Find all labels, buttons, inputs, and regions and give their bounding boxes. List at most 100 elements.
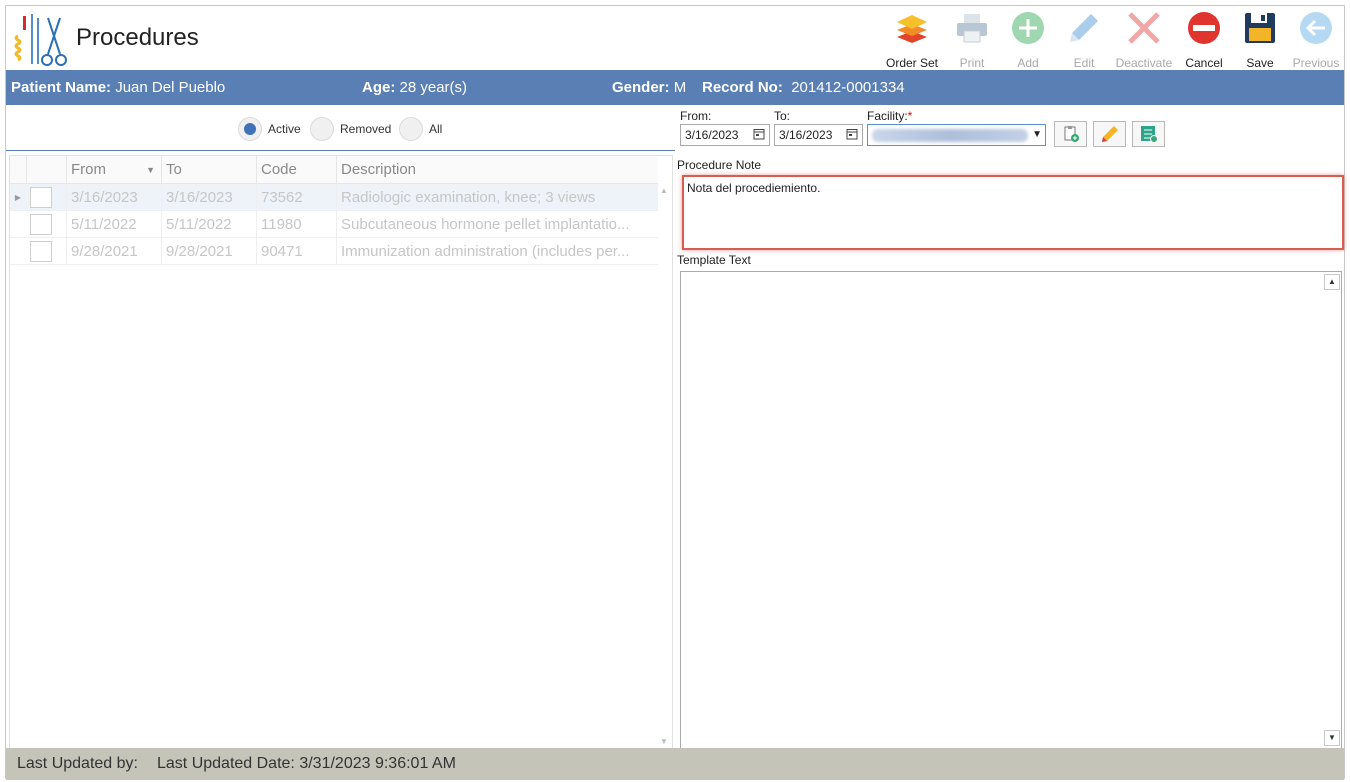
column-header-description[interactable]: Description	[336, 156, 658, 184]
floppy-disk-icon	[1242, 10, 1278, 46]
edit-button[interactable]: Edit	[1056, 6, 1112, 70]
patient-gender: Gender: M	[612, 79, 686, 96]
select-column-header	[26, 156, 66, 184]
template-text-label: Template Text	[677, 253, 751, 267]
cell-to: 5/11/2022	[161, 211, 256, 238]
facility-select[interactable]: ▼	[867, 124, 1046, 146]
table-row[interactable]: ▶ 3/16/2023 3/16/2023 73562 Radiologic e…	[10, 184, 658, 211]
calendar-icon[interactable]	[753, 128, 765, 140]
to-date-label: To:	[774, 109, 791, 123]
checklist-button[interactable]	[1132, 121, 1165, 147]
scroll-down-icon[interactable]: ▼	[660, 737, 668, 746]
patient-name: Patient Name: Juan Del Pueblo	[11, 79, 225, 96]
facility-label-text: Facility:	[867, 109, 908, 123]
radio-unchecked-icon	[310, 117, 334, 141]
to-date-value: 3/16/2023	[779, 128, 833, 142]
procedure-detail-panel: From: 3/16/2023 To: 3/16/2023 Facility:*…	[675, 105, 1344, 750]
cell-from: 5/11/2022	[66, 211, 161, 238]
filter-removed-radio[interactable]: Removed	[310, 117, 391, 141]
toolbar: Order Set Print Add Edit Deactivate Canc…	[880, 6, 1344, 70]
edit-template-button[interactable]	[1093, 121, 1126, 147]
filter-active-label: Active	[268, 122, 301, 136]
procedure-note-label: Procedure Note	[677, 158, 762, 172]
filter-active-radio[interactable]: Active	[238, 117, 301, 141]
header: Procedures Order Set Print Add Edit Deac…	[6, 6, 1344, 70]
row-checkbox[interactable]	[30, 187, 52, 208]
row-checkbox[interactable]	[30, 214, 52, 235]
cell-from: 9/28/2021	[66, 238, 161, 265]
from-date-value: 3/16/2023	[685, 128, 739, 142]
cell-from: 3/16/2023	[66, 184, 161, 211]
page-title: Procedures	[76, 24, 199, 51]
scroll-up-icon[interactable]: ▲	[1324, 274, 1340, 290]
cell-code: 11980	[256, 211, 336, 238]
last-updated-date-label: Last Updated Date:	[157, 755, 295, 772]
column-header-from[interactable]: From ▼	[66, 156, 161, 184]
no-entry-icon	[1186, 10, 1222, 46]
cell-description: Immunization administration (includes pe…	[336, 238, 658, 265]
order-set-button[interactable]: Order Set	[880, 6, 944, 70]
last-updated-date: Last Updated Date: 3/31/2023 9:36:01 AM	[157, 755, 456, 773]
patient-record-value: 201412-0001334	[791, 79, 905, 96]
patient-info-bar: Patient Name: Juan Del Pueblo Age: 28 ye…	[6, 70, 1344, 105]
column-header-code[interactable]: Code	[256, 156, 336, 184]
table-row[interactable]: 9/28/2021 9/28/2021 90471 Immunization a…	[10, 238, 658, 265]
filter-all-radio[interactable]: All	[399, 117, 442, 141]
pencil-icon	[1101, 126, 1118, 142]
print-label: Print	[959, 56, 985, 70]
patient-age-label: Age:	[362, 79, 396, 96]
last-updated-date-value: 3/31/2023 9:36:01 AM	[299, 755, 456, 772]
cell-to: 9/28/2021	[161, 238, 256, 265]
previous-button[interactable]: Previous	[1288, 6, 1344, 70]
required-marker: *	[907, 109, 913, 123]
cancel-label: Cancel	[1185, 56, 1223, 70]
cell-to: 3/16/2023	[161, 184, 256, 211]
patient-gender-value: M	[673, 79, 687, 96]
cell-code: 90471	[256, 238, 336, 265]
column-header-to[interactable]: To	[161, 156, 256, 184]
x-mark-icon	[1126, 10, 1162, 46]
procedure-list-panel: Active Removed All From ▼ To Code Descri…	[6, 105, 675, 750]
template-text-field[interactable]: ▲ ▼	[680, 271, 1342, 749]
cell-description: Subcutaneous hormone pellet implantatio.…	[336, 211, 658, 238]
sort-arrow-icon: ▼	[146, 165, 155, 175]
status-footer: Last Updated by: Last Updated Date: 3/31…	[6, 748, 1344, 780]
procedure-note-field[interactable]: Nota del procediemiento.	[682, 175, 1344, 250]
status-filter: Active Removed All	[6, 105, 675, 151]
deactivate-button[interactable]: Deactivate	[1112, 6, 1176, 70]
procedures-grid: From ▼ To Code Description ▶ 3/16/2023 3…	[9, 155, 673, 749]
plus-circle-icon	[1010, 10, 1046, 46]
clipboard-add-icon	[1064, 126, 1079, 142]
scroll-down-icon[interactable]: ▼	[1324, 730, 1340, 746]
add-template-button[interactable]	[1054, 121, 1087, 147]
patient-age-value: 28 year(s)	[399, 79, 468, 96]
last-updated-by: Last Updated by:	[17, 755, 138, 772]
deactivate-label: Deactivate	[1115, 56, 1173, 70]
row-checkbox[interactable]	[30, 241, 52, 262]
grid-scrollbar[interactable]: ▲ ▼	[658, 184, 672, 748]
cancel-button[interactable]: Cancel	[1176, 6, 1232, 70]
table-row[interactable]: 5/11/2022 5/11/2022 11980 Subcutaneous h…	[10, 211, 658, 238]
add-button[interactable]: Add	[1000, 6, 1056, 70]
patient-name-value: Juan Del Pueblo	[115, 79, 226, 96]
cell-description: Radiologic examination, knee; 3 views	[336, 184, 658, 211]
column-header-from-label: From	[71, 161, 106, 178]
patient-gender-label: Gender:	[612, 79, 670, 96]
patient-record-label: Record No:	[702, 79, 783, 96]
print-button[interactable]: Print	[944, 6, 1000, 70]
row-indicator-icon: ▶	[14, 193, 22, 202]
to-date-field[interactable]: 3/16/2023	[774, 124, 863, 146]
procedures-window: Procedures Order Set Print Add Edit Deac…	[5, 5, 1345, 780]
add-label: Add	[1017, 56, 1039, 70]
save-button[interactable]: Save	[1232, 6, 1288, 70]
redacted-facility-value	[872, 129, 1028, 142]
layers-icon	[894, 10, 930, 46]
calendar-icon[interactable]	[846, 128, 858, 140]
patient-record: Record No: 201412-0001334	[702, 79, 905, 96]
scroll-up-icon[interactable]: ▲	[660, 186, 668, 195]
radio-checked-icon	[238, 117, 262, 141]
from-date-field[interactable]: 3/16/2023	[680, 124, 770, 146]
previous-label: Previous	[1292, 56, 1340, 70]
patient-age: Age: 28 year(s)	[362, 79, 467, 96]
grid-header: From ▼ To Code Description	[10, 156, 658, 184]
